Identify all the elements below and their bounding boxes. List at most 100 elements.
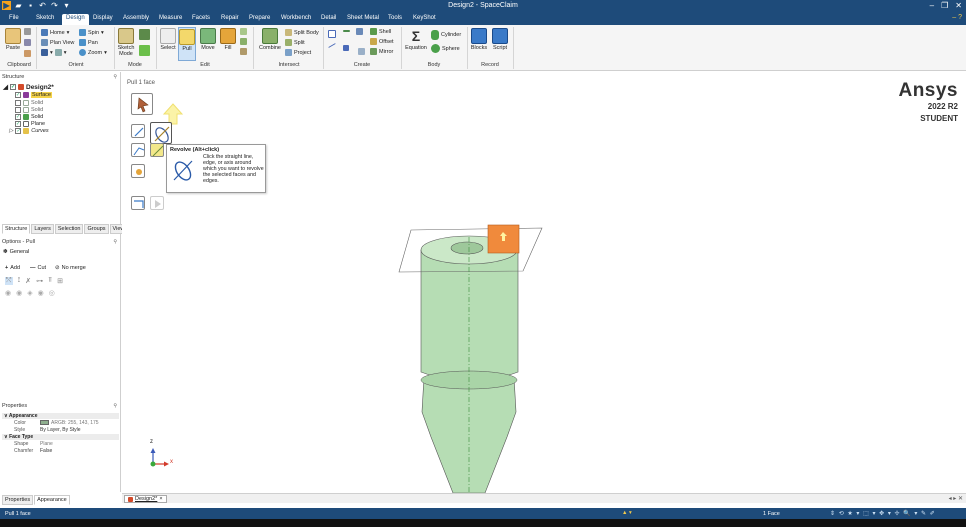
pull-option-icon[interactable]: ✗ [25, 277, 31, 285]
tab-tools[interactable]: Tools [388, 15, 402, 21]
visibility-checkbox[interactable]: ✓ [10, 84, 16, 90]
tab-keyshot[interactable]: KeyShot [413, 15, 436, 21]
shell-button[interactable]: Shell [370, 28, 391, 35]
tree-item-root[interactable]: ◢ ✓ Design2* [3, 83, 54, 92]
visibility-checkbox[interactable] [15, 100, 21, 106]
move-button[interactable]: Move [199, 28, 217, 51]
sketch-mode-button[interactable]: Sketch Mode [116, 28, 136, 57]
tab-facets[interactable]: Facets [192, 15, 210, 21]
select-button[interactable]: Select [159, 28, 177, 51]
cylinder-button[interactable]: Cylinder [431, 30, 461, 40]
model-hole[interactable] [450, 241, 484, 255]
tab-selection[interactable]: Selection [54, 224, 84, 234]
pull-option-icon[interactable]: ⫪ [48, 277, 52, 285]
tree-item-surface[interactable]: ✓ Surface [15, 92, 52, 98]
tab-measure[interactable]: Measure [159, 15, 182, 21]
face-type-section[interactable]: ∨ Face Type [2, 434, 119, 440]
help-icon[interactable]: – ? [952, 14, 962, 21]
pull-option-icon[interactable]: ⟟ [18, 277, 21, 285]
tree-item-solid[interactable]: ✓ Solid [15, 114, 43, 120]
3d-mode-button[interactable] [139, 45, 150, 56]
tab-prepare[interactable]: Prepare [249, 15, 270, 21]
edit-tool-1[interactable] [240, 28, 247, 35]
mirror-button[interactable]: Mirror [370, 48, 393, 55]
tab-display[interactable]: Display [93, 15, 113, 21]
pattern-tool[interactable] [358, 48, 365, 55]
plan-view-button[interactable]: Plan View [41, 39, 74, 46]
warning-icon[interactable]: ▲ ▾ [622, 510, 632, 516]
tab-properties[interactable]: Properties [2, 495, 34, 505]
pull-option-icon[interactable]: ⤲ [5, 277, 13, 285]
offset-button[interactable]: Offset [370, 38, 394, 45]
visibility-checkbox[interactable]: ✓ [15, 121, 21, 127]
pull-option-icon[interactable]: ⊞ [57, 277, 63, 285]
view-cube-button[interactable]: ▾ ▾ [41, 49, 67, 56]
pull-option-icon[interactable]: ◈ [27, 289, 32, 297]
paste-button[interactable]: Paste [4, 28, 22, 51]
project-button[interactable]: Project [285, 49, 311, 56]
color-row[interactable]: Color ARGB: 255, 143, 175 [2, 420, 119, 426]
add-option[interactable]: + Add [5, 265, 20, 271]
cut-option[interactable]: — Cut [30, 265, 46, 271]
visibility-checkbox[interactable]: ✓ [15, 92, 21, 98]
line-tool[interactable] [328, 43, 336, 48]
format-button[interactable] [24, 50, 31, 57]
split-body-button[interactable]: Split Body [285, 29, 319, 36]
tree-item-solid[interactable]: Solid [15, 100, 43, 106]
spin-button[interactable]: Spin ▾ [79, 29, 104, 36]
cut-button[interactable] [24, 28, 31, 35]
tab-structure[interactable]: Structure [2, 224, 31, 234]
tab-repair[interactable]: Repair [221, 15, 239, 21]
options-general[interactable]: ✽ General [3, 249, 29, 255]
zoom-button[interactable]: Zoom ▾ [79, 49, 107, 56]
expand-icon[interactable]: ▷ [9, 128, 13, 134]
visibility-checkbox[interactable]: ✓ [15, 128, 22, 134]
script-button[interactable]: Script [491, 28, 509, 51]
collapse-icon[interactable]: ◢ [3, 83, 8, 91]
close-button[interactable]: ✕ [955, 1, 962, 10]
tab-file[interactable]: File [9, 15, 19, 21]
tab-sketch[interactable]: Sketch [36, 15, 54, 21]
tab-sheet-metal[interactable]: Sheet Metal [347, 15, 379, 21]
rectangle-tool[interactable] [328, 30, 336, 38]
appearance-section[interactable]: ∨ Appearance [2, 413, 119, 419]
status-toolbar[interactable]: ⇕ ⟲ ★ ▾ ⬚ ▾ ✥ ▾ ✢ 🔍 ▾ ✎ ✐ [830, 510, 936, 517]
pin-icon[interactable]: ⚲ [113, 239, 117, 245]
pull-option-icon[interactable]: ⊶ [36, 277, 43, 285]
edit-tool-2[interactable] [240, 38, 247, 45]
point-tool[interactable] [343, 30, 350, 32]
pull-option-icon[interactable]: ◉ [16, 289, 22, 297]
copy-button[interactable] [24, 39, 31, 46]
tab-scroll-arrows[interactable]: ◂ ▸ ✕ [949, 495, 963, 502]
style-row[interactable]: Style By Layer, By Style [2, 427, 119, 433]
tab-layers[interactable]: Layers [31, 224, 54, 234]
close-tab-icon[interactable]: × [159, 496, 162, 502]
tree-item-solid[interactable]: Solid [15, 107, 43, 113]
tab-design[interactable]: Design [62, 14, 89, 25]
pull-option-icon[interactable]: ◉ [38, 289, 44, 297]
fill-button[interactable]: Fill [219, 28, 237, 51]
axis-tool[interactable] [356, 28, 363, 35]
pan-button[interactable]: Pan [79, 39, 98, 46]
model-canvas[interactable] [122, 72, 966, 493]
tree-item-curves[interactable]: ▷ ✓ Curves [9, 128, 49, 134]
home-button[interactable]: Home ▾ [41, 29, 69, 36]
pull-option-icon[interactable]: ◎ [49, 289, 55, 297]
restore-button[interactable]: ❐ [941, 1, 948, 10]
3d-viewport[interactable]: Pull 1 face Ansys 2022 R2 STUDENT z x [122, 72, 966, 493]
sphere-button[interactable]: Sphere [431, 44, 460, 53]
pin-icon[interactable]: ⚲ [113, 403, 117, 409]
blocks-button[interactable]: Blocks [470, 28, 488, 51]
pin-icon[interactable]: ⚲ [113, 74, 117, 80]
pull-button[interactable]: Pull [178, 27, 196, 61]
tab-detail[interactable]: Detail [321, 15, 336, 21]
pull-option-icon[interactable]: ◉ [5, 289, 11, 297]
visibility-checkbox[interactable] [15, 107, 21, 113]
visibility-checkbox[interactable]: ✓ [15, 114, 21, 120]
section-mode-button[interactable] [139, 29, 150, 40]
tree-item-plane[interactable]: ✓ Plane [15, 121, 45, 127]
tab-workbench[interactable]: Workbench [281, 15, 311, 21]
combine-button[interactable]: Combine [257, 28, 283, 51]
split-button[interactable]: Split [285, 39, 305, 46]
document-tab[interactable]: Design2* × [124, 495, 167, 503]
